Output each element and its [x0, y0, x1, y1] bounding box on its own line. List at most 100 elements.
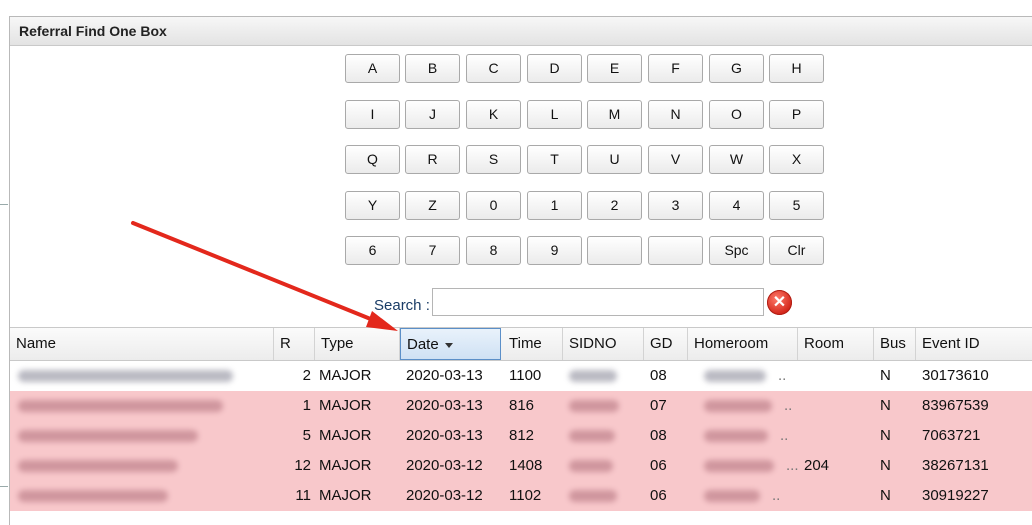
cell-time-text: 1102: [509, 487, 542, 504]
edge-tick: [0, 486, 8, 487]
cell-name: [10, 451, 274, 481]
cell-time: 1408: [503, 451, 563, 481]
key-button-0-4[interactable]: E: [587, 54, 642, 83]
key-button-1-4[interactable]: M: [587, 99, 642, 129]
cell-event-id: 30919227: [916, 481, 1032, 511]
key-button-2-2[interactable]: S: [466, 145, 521, 174]
cell-homeroom: ..: [688, 361, 798, 391]
key-button-1-1[interactable]: J: [405, 99, 460, 129]
cell-time: 816: [503, 391, 563, 421]
key-button-2-6[interactable]: W: [709, 145, 764, 174]
key-button-0-6[interactable]: G: [709, 54, 764, 83]
column-header-event-id[interactable]: Event ID: [916, 328, 1032, 360]
table-row[interactable]: 5 MAJOR 2020-03-13 812 08.. N 7063721: [10, 421, 1032, 451]
redacted-text: [18, 430, 198, 442]
key-button-4-7[interactable]: Clr: [769, 236, 824, 265]
cell-r: 5: [274, 421, 315, 451]
key-button-2-7[interactable]: X: [769, 145, 824, 174]
key-button-4-4[interactable]: [587, 236, 642, 265]
key-button-4-6[interactable]: Spc: [709, 236, 764, 265]
key-button-1-3[interactable]: L: [527, 99, 582, 129]
cell-homeroom-text: ..: [780, 427, 789, 444]
cell-r-text: 12: [294, 457, 311, 474]
cell-r: 2: [274, 361, 315, 391]
key-button-0-3[interactable]: D: [527, 54, 582, 83]
key-button-3-3[interactable]: 1: [527, 190, 582, 220]
clear-search-button[interactable]: ✕: [767, 290, 792, 315]
cell-gd-text: 06: [650, 487, 667, 504]
key-button-2-0[interactable]: Q: [345, 145, 400, 174]
column-header-bus[interactable]: Bus: [874, 328, 916, 360]
key-button-3-4[interactable]: 2: [587, 190, 642, 220]
key-button-0-0[interactable]: A: [345, 54, 400, 83]
key-button-3-1[interactable]: Z: [405, 190, 460, 220]
cell-date-text: 2020-03-13: [406, 427, 483, 444]
key-button-1-5[interactable]: N: [648, 99, 703, 129]
cell-event-id: 7063721: [916, 421, 1032, 451]
key-button-4-0[interactable]: 6: [345, 236, 400, 265]
column-header-sidno[interactable]: SIDNO: [563, 328, 644, 360]
cell-event-id-text: 7063721: [922, 427, 981, 444]
redacted-text: [18, 400, 223, 412]
key-button-2-5[interactable]: V: [648, 145, 703, 174]
redacted-text: [18, 460, 178, 472]
key-button-1-0[interactable]: I: [345, 99, 400, 129]
column-header-date[interactable]: Date: [400, 328, 501, 360]
cell-homeroom-text: ...: [786, 457, 798, 474]
redacted-text: [18, 370, 233, 382]
key-button-4-5[interactable]: [648, 236, 703, 265]
key-button-0-1[interactable]: B: [405, 54, 460, 83]
cell-event-id-text: 30173610: [922, 367, 989, 384]
table-row[interactable]: 1 MAJOR 2020-03-13 816 07.. N 83967539: [10, 391, 1032, 421]
cell-homeroom: ...: [688, 451, 798, 481]
cell-gd-text: 08: [650, 367, 667, 384]
redacted-text: [704, 370, 766, 382]
column-header-r[interactable]: R: [274, 328, 315, 360]
key-button-4-1[interactable]: 7: [405, 236, 460, 265]
cell-date: 2020-03-12: [400, 481, 503, 511]
key-button-4-3[interactable]: 9: [527, 236, 582, 265]
cell-gd: 07: [644, 391, 688, 421]
cell-gd-text: 07: [650, 397, 667, 414]
cell-date-text: 2020-03-12: [406, 487, 483, 504]
search-input[interactable]: [432, 288, 764, 316]
key-button-2-4[interactable]: U: [587, 145, 642, 174]
key-button-0-7[interactable]: H: [769, 54, 824, 83]
cell-sidno: [563, 421, 644, 451]
table-row[interactable]: 12 MAJOR 2020-03-12 1408 06... 204 N 38267131: [10, 451, 1032, 481]
cell-homeroom: ..: [688, 391, 798, 421]
redacted-text: [18, 490, 168, 502]
column-header-name[interactable]: Name: [10, 328, 274, 360]
redacted-text: [704, 430, 768, 442]
key-button-2-1[interactable]: R: [405, 145, 460, 174]
cell-homeroom-text: ..: [784, 397, 793, 414]
key-button-4-2[interactable]: 8: [466, 236, 521, 265]
key-button-1-2[interactable]: K: [466, 99, 521, 129]
key-button-2-3[interactable]: T: [527, 145, 582, 174]
cell-r: 11: [274, 481, 315, 511]
cell-room: 204: [798, 451, 874, 481]
dialog-titlebar[interactable]: Referral Find One Box: [10, 17, 1032, 46]
key-button-1-6[interactable]: O: [709, 99, 764, 129]
column-header-type[interactable]: Type: [315, 328, 400, 360]
table-row[interactable]: 2 MAJOR 2020-03-13 1100 08.. N 30173610: [10, 361, 1032, 391]
column-header-room[interactable]: Room: [798, 328, 874, 360]
key-button-3-7[interactable]: 5: [769, 190, 824, 220]
key-button-0-5[interactable]: F: [648, 54, 703, 83]
key-button-1-7[interactable]: P: [769, 99, 824, 129]
column-header-time[interactable]: Time: [503, 328, 563, 360]
cell-event-id-text: 83967539: [922, 397, 989, 414]
column-header-homeroom[interactable]: Homeroom: [688, 328, 798, 360]
cell-bus: N: [874, 481, 916, 511]
key-button-3-6[interactable]: 4: [709, 190, 764, 220]
key-button-3-2[interactable]: 0: [466, 190, 521, 220]
cell-sidno: [563, 391, 644, 421]
redacted-text: [704, 400, 772, 412]
key-button-0-2[interactable]: C: [466, 54, 521, 83]
cell-event-id: 83967539: [916, 391, 1032, 421]
key-button-3-0[interactable]: Y: [345, 190, 400, 220]
cell-r: 1: [274, 391, 315, 421]
column-header-gd[interactable]: GD: [644, 328, 688, 360]
key-button-3-5[interactable]: 3: [648, 190, 703, 220]
table-row[interactable]: 11 MAJOR 2020-03-12 1102 06.. N 30919227: [10, 481, 1032, 511]
